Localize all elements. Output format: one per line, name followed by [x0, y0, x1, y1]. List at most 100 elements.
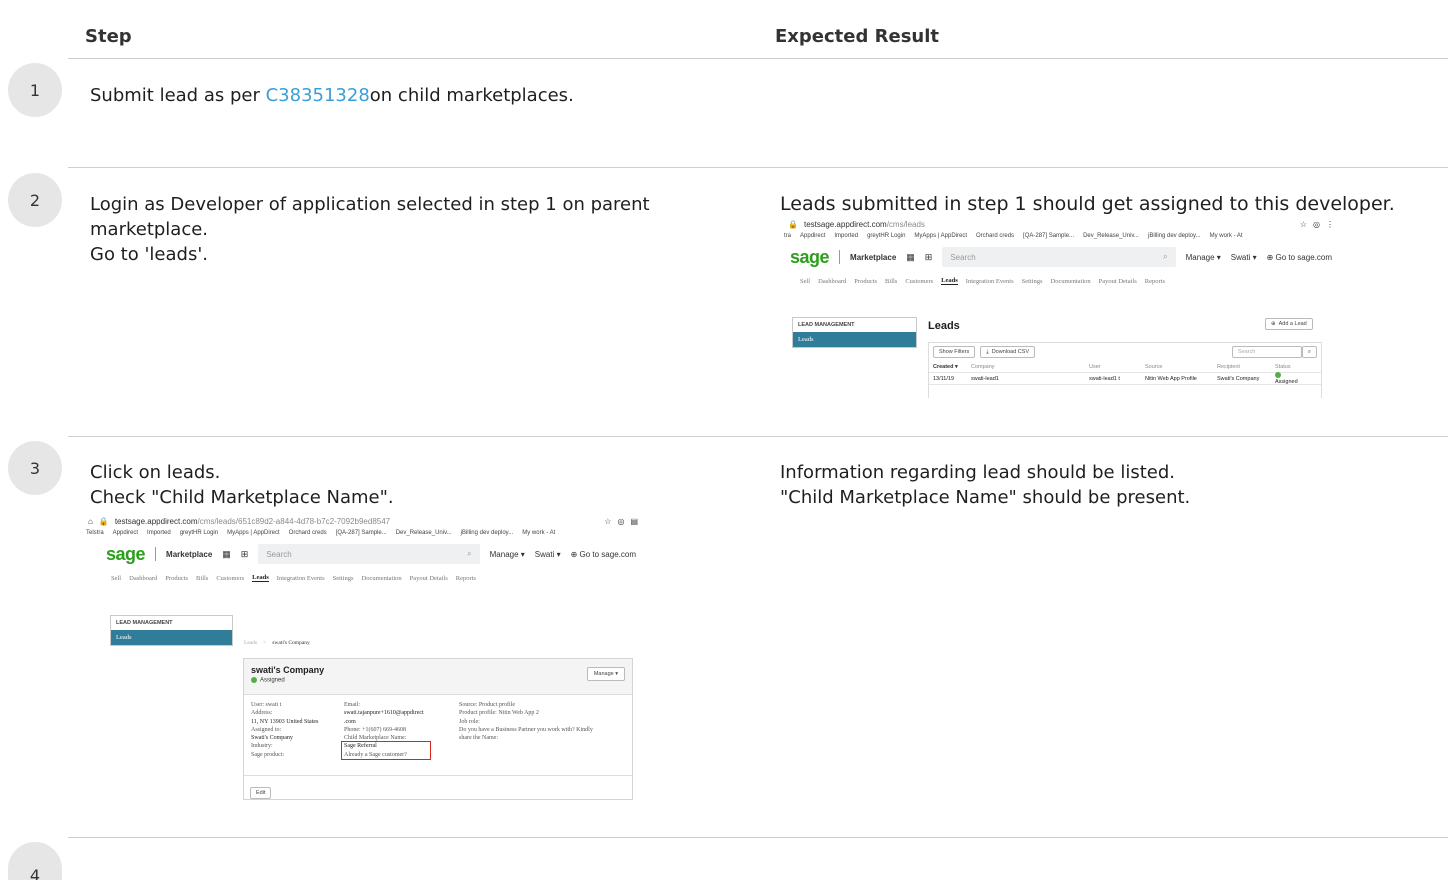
step-number-1: 1	[8, 63, 62, 117]
breadcrumb: Leads > swati's Company	[244, 640, 310, 646]
bookmark: Telstra	[86, 530, 104, 536]
bookmark: Appdirect	[800, 233, 826, 239]
status-dot-icon	[1275, 372, 1281, 379]
bookmark: Appdirect	[112, 530, 139, 536]
lead-detail-body: User: swati t Address: 11, NY 13903 Unit…	[244, 695, 632, 775]
menu-icon: ⋮	[1326, 219, 1334, 229]
subnav-item-active: Leads	[941, 277, 958, 285]
divider	[155, 547, 157, 561]
bookmark: Dev_Release_Univ...	[395, 530, 452, 536]
subnav-item: Documentation	[361, 574, 402, 582]
bookmark: Imported	[834, 233, 859, 239]
bookmarks-bar: Telstra Appdirect Imported greytHR Login…	[86, 527, 646, 539]
step-column-header: Step	[85, 26, 132, 47]
top-nav: sage Marketplace ▦ ⊞ Search ⌕ Manage ▾ Sw…	[780, 242, 1342, 272]
test-case-link[interactable]: C38351328	[266, 85, 370, 106]
apps-grid-icon: ▦	[906, 251, 915, 262]
manage-menu: Manage ▾	[1185, 252, 1221, 262]
lock-icon: 🔒	[788, 219, 798, 229]
search-icon: ⌕	[1163, 252, 1168, 261]
bookmark: tra	[784, 233, 792, 239]
subnav-item: Payout Details	[409, 574, 448, 582]
company-title: swati's Company	[251, 665, 325, 675]
sub-nav: Sell Dashboard Products Bills Customers …	[86, 569, 646, 587]
step-3-line: Check "Child Marketplace Name".	[90, 487, 394, 508]
menu-icon: ▤	[630, 516, 638, 526]
address-bar: 🔒 testsage.appdirect.com/cms/leads ☆ ◎ ⋮	[780, 218, 1342, 230]
user-menu: Swati ▾	[1230, 252, 1257, 262]
sub-nav: Sell Dashboard Products Bills Customers …	[780, 272, 1342, 290]
subnav-item: Integration Events	[276, 574, 325, 582]
divider	[839, 250, 841, 264]
subnav-item: Customers	[216, 574, 245, 582]
breadcrumb-separator: >	[263, 640, 267, 646]
lead-detail-card: swati's Company Assigned Manage ▾ User: …	[243, 658, 633, 800]
star-icon: ☆	[1299, 219, 1308, 229]
bookmark: My work - At	[522, 530, 556, 536]
url-path: /cms/leads/651c89d2-a844-4d78-b7c2-7092b…	[197, 516, 391, 526]
go-to-sage-link: ⊕ Go to sage.com	[570, 549, 636, 559]
table-toolbar: Show Filters ⤓ Download CSV Search ⌕	[929, 343, 1321, 361]
bookmark: My work - At	[1209, 233, 1243, 239]
gift-icon: ⊞	[240, 548, 249, 559]
subnav-item: Sell	[111, 574, 122, 582]
breadcrumb-root: Leads	[244, 640, 258, 646]
bookmark: Orchard creds	[976, 233, 1015, 239]
step-number-4: 4	[8, 842, 62, 880]
manage-button: Manage ▾	[586, 667, 625, 681]
download-icon: ⤓	[986, 348, 989, 355]
leads-page-title: Leads	[928, 320, 960, 332]
subnav-item: Reports	[1144, 277, 1165, 285]
row-divider-3	[68, 837, 1448, 838]
highlight-box	[341, 741, 431, 760]
bookmark: jBilling dev deploy...	[460, 530, 514, 536]
show-filters-button: Show Filters	[933, 346, 976, 358]
sage-logo: sage	[790, 246, 830, 267]
status-badge: Assigned	[251, 677, 625, 684]
table-header-row: Created ▾ Company User Source Recipient …	[929, 361, 1321, 373]
step-2-line: Login as Developer of application select…	[90, 194, 650, 215]
apps-grid-icon: ▦	[222, 548, 231, 559]
user-menu: Swati ▾	[534, 549, 561, 559]
step-3-expected-line: Information regarding lead should be lis…	[780, 462, 1176, 483]
edit-button: Edit	[250, 787, 272, 799]
bookmark: greytHR Login	[867, 233, 906, 239]
step-1-text: Submit lead as per C38351328on child mar…	[90, 83, 574, 108]
detail-column-3: Source: Product profile Product profile:…	[459, 702, 593, 742]
sidebar-item-leads: Leads	[111, 630, 232, 645]
bookmark: [QA-287] Sample...	[1023, 233, 1075, 239]
subnav-item: Sell	[800, 277, 811, 285]
bookmark: Imported	[147, 530, 171, 536]
subnav-item: Payout Details	[1098, 277, 1137, 285]
marketplace-label: Marketplace	[166, 549, 213, 559]
subnav-item: Products	[165, 574, 189, 582]
bookmark: Dev_Release_Univ...	[1083, 233, 1139, 239]
bookmarks-bar: tra Appdirect Imported greytHR Login MyA…	[780, 230, 1342, 242]
star-icon: ☆	[604, 516, 612, 526]
search-input: Search ⌕	[942, 247, 1176, 267]
plus-circle-icon: ⊕	[1271, 321, 1276, 327]
subnav-item: Products	[854, 277, 878, 285]
subnav-item: Settings	[332, 574, 354, 582]
add-lead-button: ⊕ Add a Lead	[1265, 318, 1313, 330]
row-divider-1	[68, 167, 1448, 168]
step-2-line: Go to 'leads'.	[90, 244, 209, 265]
step-2-line: marketplace.	[90, 219, 209, 240]
bookmark: jBilling dev deploy...	[1147, 233, 1201, 239]
lead-detail-screenshot: ⌂ 🔒 testsage.appdirect.com/cms/leads/651…	[86, 515, 646, 807]
step-2-expected: Leads submitted in step 1 should get ass…	[780, 193, 1395, 215]
search-icon: ⌕	[1301, 346, 1317, 358]
subnav-item: Settings	[1021, 277, 1043, 285]
subnav-item: Reports	[455, 574, 476, 582]
top-nav: sage Marketplace ▦ ⊞ Search ⌕ Manage ▾ Sw…	[86, 539, 646, 569]
detail-footer: Edit	[244, 775, 632, 804]
subnav-item: Documentation	[1050, 277, 1091, 285]
subnav-item: Bills	[196, 574, 209, 582]
detail-column-1: User: swati t Address: 11, NY 13903 Unit…	[251, 702, 319, 758]
search-icon: ⌕	[467, 549, 472, 558]
table-search-input: Search	[1231, 346, 1302, 358]
home-icon: ⌂	[88, 516, 93, 526]
url-path: /cms/leads	[886, 219, 925, 229]
breadcrumb-current: swati's Company	[272, 640, 310, 646]
table-row: 13/11/19 swati-lead1 swati-lead1 t Nitin…	[929, 372, 1321, 385]
